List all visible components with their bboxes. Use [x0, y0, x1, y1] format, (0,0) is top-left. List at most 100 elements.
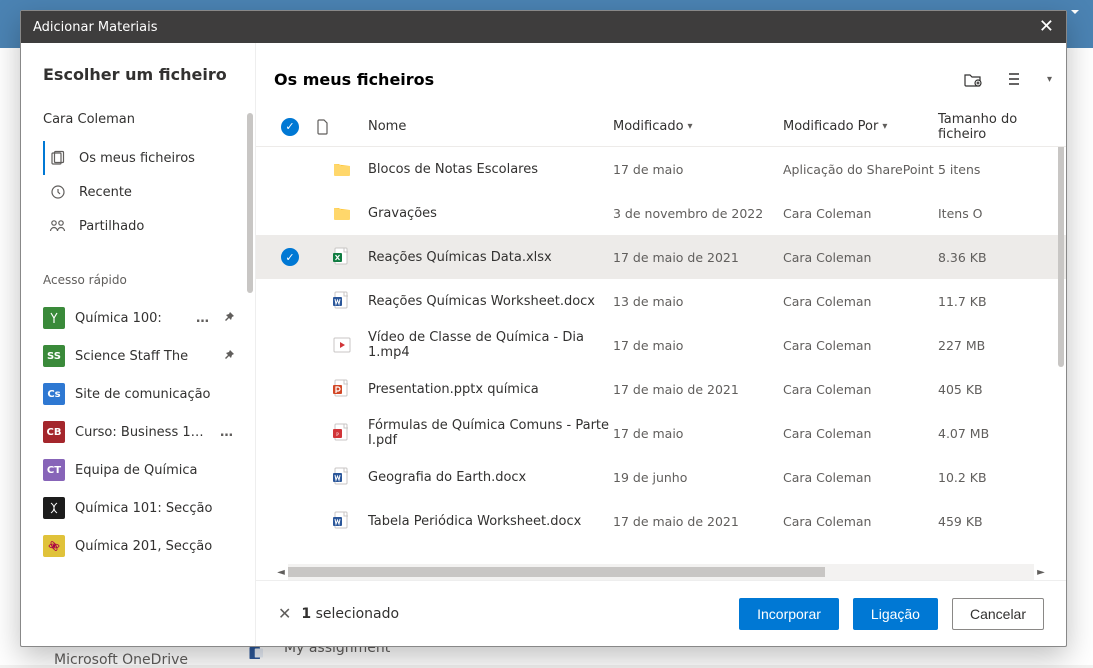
pin-icon[interactable]: [223, 349, 237, 363]
sidebar-heading: Escolher um ficheiro: [43, 65, 255, 84]
nav-my-files[interactable]: Os meus ficheiros: [43, 141, 255, 175]
quick-access-item[interactable]: Química 100: …: [43, 299, 255, 337]
quick-item-label: Química 100:: [75, 311, 182, 326]
bg-onedrive-label: Microsoft OneDrive: [54, 652, 188, 668]
site-icon: [43, 307, 65, 329]
file-type-icon: [332, 335, 352, 355]
nav-shared-label: Partilhado: [79, 219, 245, 234]
modified-by-column-header[interactable]: Modificado Por▾: [783, 119, 938, 134]
link-button[interactable]: Ligação: [853, 598, 938, 630]
file-type-icon: [332, 291, 352, 311]
quick-access-item[interactable]: Química 201, Secção: [43, 527, 255, 565]
file-size: 459 KB: [938, 514, 1058, 529]
add-materials-modal: Adicionar Materiais ✕ Escolher um fichei…: [20, 10, 1067, 647]
nav-shared[interactable]: Partilhado: [43, 209, 255, 243]
file-modified: 17 de maio: [613, 426, 783, 441]
file-name: Vídeo de Classe de Química - Dia 1.mp4: [368, 330, 613, 360]
file-modified-by: Cara Coleman: [783, 382, 938, 397]
quick-access-item[interactable]: CBCurso: Business 101…: [43, 413, 255, 451]
file-list-header: ✓ Nome Modificado▾ Modificado Por▾ Taman…: [256, 107, 1066, 147]
file-modified: 19 de junho: [613, 470, 783, 485]
file-modified-by: Cara Coleman: [783, 294, 938, 309]
embed-button[interactable]: Incorporar: [739, 598, 839, 630]
file-modified: 17 de maio de 2021: [613, 514, 783, 529]
close-button[interactable]: ✕: [1039, 18, 1054, 36]
file-size: 8.36 KB: [938, 250, 1058, 265]
file-row[interactable]: PFórmulas de Química Comuns - Parte I.pd…: [256, 411, 1066, 455]
quick-item-label: Site de comunicação: [75, 387, 237, 402]
quick-access-list: Química 100: … SSScience Staff The Cs Site d…: [43, 299, 255, 565]
file-name: Gravações: [368, 206, 613, 221]
file-modified: 17 de maio: [613, 338, 783, 353]
file-row[interactable]: Gravações3 de novembro de 2022Cara Colem…: [256, 191, 1066, 235]
file-type-icon: [332, 379, 352, 399]
modal-footer: ✕ 1 selecionado Incorporar Ligação Cance…: [256, 580, 1066, 646]
select-all-column[interactable]: ✓: [264, 118, 316, 136]
file-row[interactable]: ✓Reações Químicas Data.xlsx17 de maio de…: [256, 235, 1066, 279]
bg-chevron-icon: [1067, 4, 1083, 24]
file-row[interactable]: Geografia do Earth.docx19 de junhoCara C…: [256, 455, 1066, 499]
file-row[interactable]: Vídeo de Classe de Química - Dia 1.mp417…: [256, 323, 1066, 367]
size-column-header[interactable]: Tamanho do ficheiro: [938, 112, 1058, 142]
file-row[interactable]: Blocos de Notas Escolares17 de maioAplic…: [256, 147, 1066, 191]
modal-title: Adicionar Materiais: [33, 20, 158, 35]
nav-my-files-label: Os meus ficheiros: [79, 151, 245, 166]
shared-icon: [49, 217, 67, 235]
new-folder-button[interactable]: [959, 65, 987, 93]
selection-info: ✕ 1 selecionado: [278, 604, 399, 623]
file-row[interactable]: Presentation.pptx química17 de maio de 2…: [256, 367, 1066, 411]
file-size: 227 MB: [938, 338, 1058, 353]
svg-text:P: P: [336, 433, 339, 438]
file-modified: 17 de maio: [613, 162, 783, 177]
file-modified-by: Cara Coleman: [783, 250, 938, 265]
select-all-check-icon: ✓: [281, 118, 299, 136]
site-icon: [43, 497, 65, 519]
quick-access-item[interactable]: SSScience Staff The: [43, 337, 255, 375]
site-icon: CB: [43, 421, 65, 443]
check-icon: ✓: [281, 248, 299, 266]
file-size: 11.7 KB: [938, 294, 1058, 309]
file-modified: 3 de novembro de 2022: [613, 206, 783, 221]
main-title: Os meus ficheiros: [274, 70, 434, 89]
quick-access-item[interactable]: Química 101: Secção: [43, 489, 255, 527]
site-icon: Cs: [43, 383, 65, 405]
quick-item-label: Equipa de Química: [75, 463, 237, 478]
file-modified: 17 de maio de 2021: [613, 250, 783, 265]
files-icon: [49, 149, 67, 167]
more-icon[interactable]: …: [192, 311, 213, 326]
quick-access-heading: Acesso rápido: [43, 273, 255, 287]
file-size: 10.2 KB: [938, 470, 1058, 485]
nav-recent[interactable]: Recente: [43, 175, 255, 209]
type-column[interactable]: [316, 119, 368, 135]
quick-item-label: Química 201, Secção: [75, 539, 237, 554]
file-row[interactable]: Tabela Periódica Worksheet.docx17 de mai…: [256, 499, 1066, 543]
file-size: Itens O: [938, 206, 1058, 221]
quick-access-item[interactable]: CTEquipa de Química: [43, 451, 255, 489]
view-options-button[interactable]: [1003, 65, 1031, 93]
cancel-button[interactable]: Cancelar: [952, 598, 1044, 630]
file-type-icon: [332, 203, 352, 223]
file-modified-by: Aplicação do SharePoint: [783, 162, 938, 177]
file-name: Presentation.pptx química: [368, 382, 613, 397]
file-type-icon: P: [332, 423, 352, 443]
file-modified-by: Cara Coleman: [783, 206, 938, 221]
quick-access-item[interactable]: Cs Site de comunicação: [43, 375, 255, 413]
file-name: Geografia do Earth.docx: [368, 470, 613, 485]
file-row[interactable]: Reações Químicas Worksheet.docx13 de mai…: [256, 279, 1066, 323]
chevron-down-icon[interactable]: ▾: [1047, 74, 1052, 85]
file-modified-by: Cara Coleman: [783, 470, 938, 485]
clear-selection-button[interactable]: ✕: [278, 604, 291, 623]
more-icon[interactable]: …: [216, 425, 237, 440]
pin-icon[interactable]: [223, 311, 237, 325]
sidebar-scrollbar[interactable]: [247, 113, 253, 293]
nav-recent-label: Recente: [79, 185, 245, 200]
horizontal-scrollbar[interactable]: ◄ ►: [274, 564, 1048, 580]
file-name: Tabela Periódica Worksheet.docx: [368, 514, 613, 529]
site-icon: [43, 535, 65, 557]
file-name: Reações Químicas Worksheet.docx: [368, 294, 613, 309]
quick-item-label: Science Staff The: [75, 349, 213, 364]
row-select[interactable]: ✓: [264, 248, 316, 266]
modified-column-header[interactable]: Modificado▾: [613, 119, 783, 134]
file-modified: 17 de maio de 2021: [613, 382, 783, 397]
name-column-header[interactable]: Nome: [368, 119, 613, 134]
